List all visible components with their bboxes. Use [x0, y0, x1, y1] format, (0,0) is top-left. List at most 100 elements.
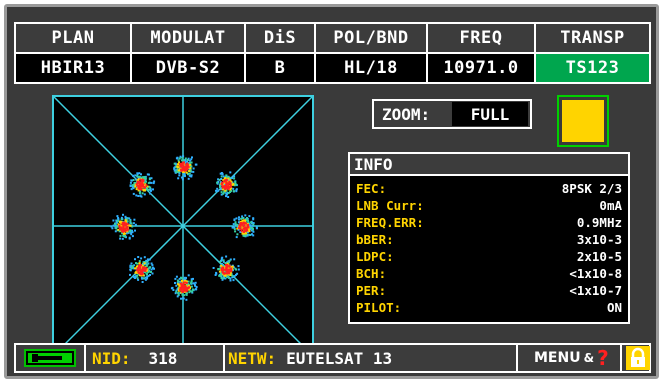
symbol-point [232, 190, 235, 193]
symbol-point [111, 227, 114, 230]
symbol-point [217, 189, 220, 192]
diseqc-value[interactable]: B [246, 54, 314, 82]
symbol-point [149, 186, 152, 189]
lock-icon[interactable] [626, 346, 650, 370]
frequency-value[interactable]: 10971.0 [428, 54, 534, 82]
symbol-point [116, 215, 119, 218]
symbol-point [138, 175, 141, 178]
symbol-point [238, 216, 240, 219]
symbol-point [129, 273, 131, 276]
symbol-point [140, 257, 143, 260]
netw-section: NETW: EUTELSAT 13 [228, 345, 392, 371]
symbol-point [233, 275, 236, 278]
symbol-point [148, 258, 151, 261]
symbol-point [238, 218, 240, 221]
netw-label: NETW: [228, 348, 277, 368]
symbol-point [175, 290, 178, 293]
symbol-point [190, 161, 193, 164]
netw-value: EUTELSAT 13 [286, 348, 393, 368]
info-label: LNB Curr: [356, 197, 424, 213]
symbol-point [150, 271, 152, 273]
symbol-point [177, 159, 180, 162]
symbol-point [194, 284, 197, 287]
symbol-point [227, 188, 230, 190]
symbol-point [149, 192, 152, 195]
col-label-modulat[interactable]: MODULAT [132, 24, 244, 52]
col-label-freq[interactable]: FREQ [428, 24, 534, 52]
menu-label[interactable]: MENU [534, 350, 581, 366]
info-label: FREQ.ERR: [356, 214, 424, 230]
symbol-point [137, 195, 140, 197]
symbol-point [132, 192, 135, 195]
symbol-point [178, 174, 181, 177]
symbol-point [228, 276, 230, 279]
col-label-transp[interactable]: TRANSP [536, 24, 649, 52]
symbol-point [222, 277, 225, 280]
symbol-point [129, 268, 132, 271]
plan-value[interactable]: HBIR13 [16, 54, 130, 82]
symbol-point [122, 230, 125, 233]
decision-boundary-line [54, 225, 184, 355]
symbol-point [187, 287, 190, 290]
symbol-cluster [170, 274, 198, 301]
symbol-point [229, 171, 232, 174]
symbol-point [246, 219, 248, 221]
symbol-point [146, 277, 149, 280]
zoom-control[interactable]: ZOOM: FULL [372, 99, 532, 129]
symbol-point [175, 275, 178, 278]
symbol-point [227, 183, 230, 186]
info-label: PER: [356, 282, 387, 298]
col-label-polbnd[interactable]: POL/BND [316, 24, 426, 52]
symbol-point [182, 290, 184, 293]
plug-tip [32, 354, 38, 362]
symbol-point [137, 267, 140, 269]
col-label-dis[interactable]: DiS [246, 24, 314, 52]
symbol-point [150, 189, 152, 192]
symbol-point [220, 191, 223, 194]
symbol-point [147, 173, 150, 176]
symbol-point [134, 267, 136, 270]
symbol-point [148, 270, 151, 273]
polarization-band-value[interactable]: HL/18 [316, 54, 426, 82]
symbol-point [190, 280, 193, 282]
symbol-point [222, 259, 225, 262]
symbol-point [137, 269, 140, 272]
symbol-point [119, 227, 121, 230]
symbol-point [138, 260, 141, 263]
menu-help-button[interactable]: MENU & ? [534, 345, 609, 371]
symbol-point [137, 182, 140, 185]
symbol-point [218, 270, 221, 273]
symbol-point [130, 179, 133, 182]
symbol-point [134, 258, 136, 261]
symbol-point [228, 272, 231, 274]
zoom-value[interactable]: FULL [452, 102, 528, 126]
symbol-point [215, 272, 218, 275]
modulation-value[interactable]: DVB-S2 [132, 54, 244, 82]
symbol-point [140, 173, 142, 176]
divider [620, 345, 622, 371]
symbol-point [244, 214, 247, 217]
info-row-lnb-curr: LNB Curr: 0mA [356, 197, 622, 213]
info-label: PILOT: [356, 299, 402, 315]
symbol-point [229, 181, 232, 184]
symbol-point [243, 235, 246, 237]
symbol-point [234, 181, 237, 183]
symbol-point [246, 217, 248, 219]
col-label-plan[interactable]: PLAN [16, 24, 130, 52]
symbol-point [220, 188, 222, 191]
symbol-point [187, 274, 190, 277]
symbol-point [232, 223, 235, 226]
symbol-point [221, 173, 224, 176]
symbol-point [137, 256, 140, 258]
symbol-point [180, 168, 183, 171]
symbol-point [227, 196, 230, 198]
symbol-point [130, 188, 133, 191]
symbol-point [187, 280, 190, 283]
nid-value: 318 [148, 348, 178, 368]
symbol-point [243, 230, 246, 233]
transponder-value[interactable]: TS123 [536, 54, 649, 82]
symbol-point [222, 271, 225, 274]
help-icon[interactable]: ? [597, 346, 609, 370]
symbol-point [192, 167, 195, 170]
symbol-point [138, 262, 141, 265]
